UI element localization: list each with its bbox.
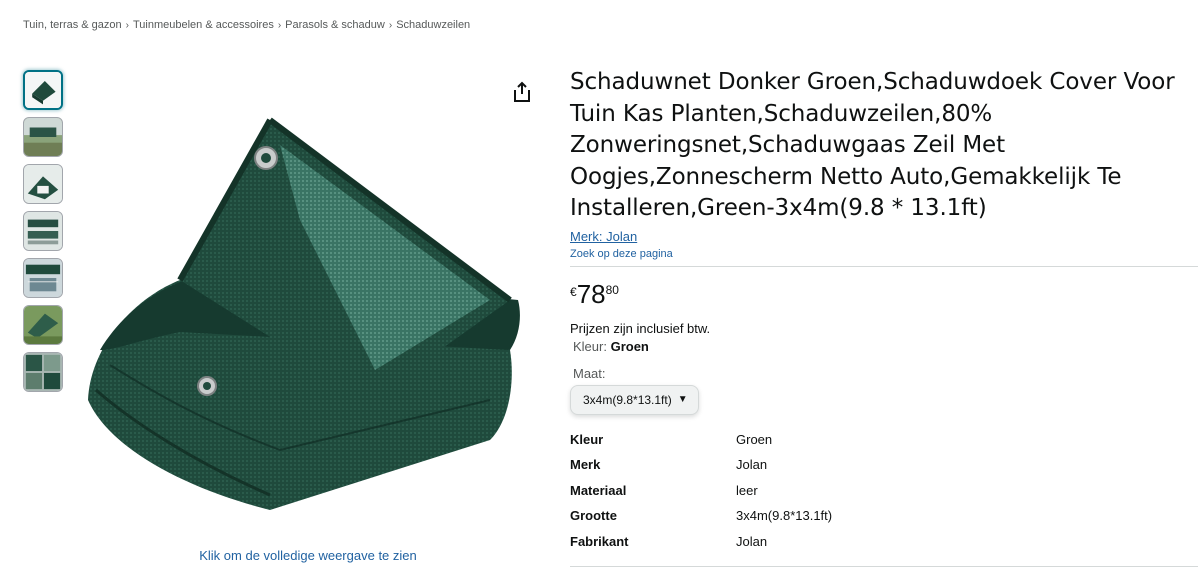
- breadcrumb-separator: ›: [277, 20, 282, 31]
- thumbnail-strip: [23, 70, 63, 399]
- spec-value: leer: [736, 482, 758, 498]
- share-icon[interactable]: [510, 80, 534, 104]
- spec-row: Kleur Groen: [570, 427, 832, 453]
- size-label: Maat:: [573, 365, 606, 381]
- color-selection: Kleur: Groen: [573, 339, 1198, 354]
- product-details: Schaduwnet Donker Groen,Schaduwdoek Cove…: [570, 67, 1198, 554]
- divider: [570, 265, 1198, 267]
- spec-row: Merk Jolan: [570, 452, 832, 478]
- spec-value: Groen: [736, 431, 773, 447]
- spec-row: Fabrikant Jolan: [570, 529, 832, 555]
- spec-value: Jolan: [736, 457, 768, 473]
- breadcrumb-item-schaduwzeilen[interactable]: Schaduwzeilen: [396, 19, 470, 31]
- spec-key: Materiaal: [570, 482, 627, 498]
- product-title: Schaduwnet Donker Groen,Schaduwdoek Cove…: [570, 69, 1175, 221]
- spec-key: Kleur: [570, 431, 604, 447]
- breadcrumb-separator: ›: [388, 20, 393, 31]
- breadcrumb-item-tuinmeubelen[interactable]: Tuinmeubelen & accessoires: [133, 19, 274, 31]
- spec-value: Jolan: [736, 533, 768, 549]
- breadcrumb-separator: ›: [125, 20, 129, 31]
- price: € 78 80: [570, 281, 1198, 307]
- thumbnail-2[interactable]: [23, 117, 63, 157]
- spec-key: Fabrikant: [570, 533, 629, 549]
- breadcrumb-item-parasols[interactable]: Parasols & schaduw: [285, 19, 385, 31]
- thumbnail-1[interactable]: [23, 70, 63, 110]
- spec-row: Grootte 3x4m(9.8*13.1ft): [570, 503, 832, 529]
- price-fraction: 80: [605, 282, 619, 297]
- breadcrumb-item-tuin[interactable]: Tuin, terras & gazon: [23, 19, 122, 31]
- spec-table: Kleur Groen Merk Jolan Materiaal leer Gr…: [570, 427, 832, 555]
- vat-note: Prijzen zijn inclusief btw.: [570, 320, 711, 336]
- color-label: Kleur:: [573, 338, 607, 354]
- price-symbol: €: [570, 284, 577, 299]
- spec-value: 3x4m(9.8*13.1ft): [736, 508, 833, 524]
- search-page-link[interactable]: Zoek op deze pagina: [570, 248, 1198, 260]
- size-selected: 3x4m(9.8*13.1ft): [583, 392, 672, 407]
- chevron-down-icon: ▼: [677, 394, 688, 405]
- thumbnail-7[interactable]: [23, 352, 63, 392]
- brand-link[interactable]: Merk: Jolan: [570, 229, 637, 244]
- spec-row: Materiaal leer: [570, 478, 832, 504]
- size-dropdown[interactable]: 3x4m(9.8*13.1ft) ▼: [570, 384, 699, 415]
- price-whole: 78: [576, 278, 606, 309]
- spec-key: Grootte: [570, 508, 617, 524]
- breadcrumb: Tuin, terras & gazon › Tuinmeubelen & acce…: [23, 19, 470, 31]
- divider: [570, 566, 1198, 567]
- thumbnail-5[interactable]: [23, 258, 63, 298]
- spec-key: Merk: [570, 457, 601, 473]
- thumbnail-4[interactable]: [23, 211, 63, 251]
- thumbnail-3[interactable]: [23, 164, 63, 204]
- thumbnail-6[interactable]: [23, 305, 63, 345]
- full-view-link[interactable]: Klik om de volledige weergave te zien: [70, 548, 546, 563]
- product-main-image[interactable]: [70, 100, 540, 520]
- color-value: Groen: [610, 338, 649, 354]
